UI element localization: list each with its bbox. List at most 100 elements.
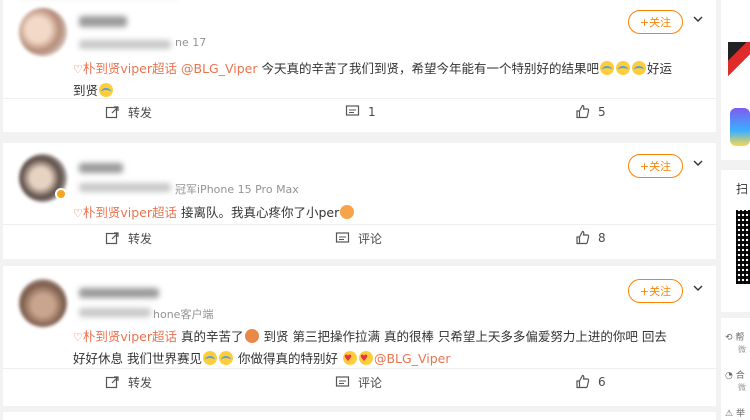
post-meta: ne 17 — [175, 36, 207, 49]
hug-emoji-icon — [202, 351, 217, 365]
post-meta: hone客户端 — [153, 308, 214, 321]
sidebar-link-label: 帮 — [735, 333, 745, 343]
cry-emoji-icon — [600, 61, 614, 75]
avatar[interactable] — [19, 8, 67, 56]
repost-label: 转发 — [128, 232, 153, 246]
sad-emoji-icon — [340, 205, 355, 219]
post-text: ♡朴到贤viper超话 接离队。我真心疼你了小per — [73, 202, 703, 224]
like-count: 8 — [598, 230, 606, 245]
sad-emoji-icon — [244, 329, 259, 343]
comment-icon — [335, 232, 350, 243]
mention-link[interactable]: @BLG_Viper — [374, 351, 451, 366]
diamond-icon: ♡ — [73, 207, 83, 220]
diamond-icon: ♡ — [73, 63, 83, 76]
sidebar-card: 扫 — [721, 170, 750, 312]
hug-emoji-icon — [218, 351, 233, 365]
sidebar-link[interactable]: ◔ 合 — [725, 368, 745, 381]
post-body: 好好休息 我们世界赛见 — [73, 351, 202, 366]
avatar[interactable] — [19, 279, 67, 327]
sidebar-link-label: 举 — [735, 409, 745, 419]
timestamp-blur — [79, 183, 171, 192]
feed-card: hone客户端 +关注 ♡朴到贤viper超话 真的辛苦了 到贤 第三把操作拉满… — [3, 266, 716, 406]
topic-link[interactable]: 朴到贤viper超话 — [83, 205, 177, 220]
repost-icon — [105, 232, 119, 245]
follow-button[interactable]: +关注 — [628, 279, 683, 303]
like-button[interactable]: 6 — [575, 374, 606, 389]
scan-label: 扫 — [736, 182, 749, 196]
cry-emoji-icon — [616, 61, 630, 75]
like-icon — [576, 230, 590, 245]
action-bar: 转发 1 5 — [3, 98, 716, 126]
repost-label: 转发 — [128, 376, 153, 390]
like-icon — [576, 104, 590, 119]
action-bar: 转发 评论 8 — [3, 224, 716, 252]
sidebar-link[interactable]: ⚠ 举 — [725, 406, 745, 419]
feed-card: ne 17 +关注 ♡朴到贤viper超话 @BLG_Viper 今天真的辛苦了… — [3, 0, 716, 132]
sidebar-link[interactable]: ⟲ 帮 — [725, 330, 744, 343]
timestamp-blur — [79, 40, 171, 49]
username-blur[interactable] — [79, 163, 123, 173]
like-button[interactable]: 8 — [575, 230, 606, 245]
divider — [3, 224, 716, 225]
chevron-down-icon[interactable] — [692, 13, 704, 25]
verified-badge — [55, 188, 67, 200]
sidebar-link-sub: 微 — [738, 383, 746, 392]
comment-button[interactable]: 评论 — [335, 230, 382, 247]
comment-icon — [345, 105, 360, 116]
repost-label: 转发 — [128, 106, 153, 120]
diamond-icon: ♡ — [73, 331, 83, 344]
username-blur[interactable] — [79, 288, 159, 298]
feed-card: 冠军iPhone 15 Pro Max +关注 ♡朴到贤viper超话 接离队。… — [3, 143, 716, 259]
feed-card — [3, 412, 716, 420]
post-text: ♡朴到贤viper超话 真的辛苦了 到贤 第三把操作拉满 真的很棒 只希望上天多… — [73, 326, 703, 370]
divider — [3, 98, 716, 99]
post-meta: 冠军iPhone 15 Pro Max — [175, 183, 299, 196]
sidebar-link-label: 合 — [735, 371, 745, 381]
like-icon — [576, 374, 590, 389]
sidebar-links: ⟲ 帮 微 ◔ 合 微 ⚠ 举 — [721, 318, 750, 420]
repost-button[interactable]: 转发 — [105, 230, 152, 247]
mention-link[interactable]: @BLG_Viper — [181, 61, 258, 76]
right-sidebar: 扫 ⟲ 帮 微 ◔ 合 微 ⚠ 举 — [721, 0, 750, 420]
repost-icon — [105, 376, 119, 389]
post-text: ♡朴到贤viper超话 @BLG_Viper 今天真的辛苦了我们到贤，希望今年能… — [73, 58, 703, 101]
divider — [3, 368, 716, 369]
post-body: 今天真的辛苦了我们到贤，希望今年能有一个特别好的结果吧 — [261, 61, 599, 76]
love-emoji-icon — [358, 349, 373, 370]
like-button[interactable]: 5 — [575, 104, 606, 119]
topic-link[interactable]: 朴到贤viper超话 — [83, 61, 177, 76]
action-bar: 转发 评论 6 — [3, 368, 716, 396]
comment-count: 1 — [368, 104, 376, 119]
promo-image[interactable] — [728, 42, 750, 82]
repost-button[interactable]: 转发 — [105, 104, 152, 121]
post-body: 到贤 第三把操作拉满 真的很棒 只希望上天多多偏爱努力上进的你吧 回去 — [263, 329, 667, 344]
post-body: 好运 — [647, 61, 673, 76]
cry-emoji-icon — [99, 83, 114, 97]
feed: ne 17 +关注 ♡朴到贤viper超话 @BLG_Viper 今天真的辛苦了… — [0, 0, 718, 420]
sidebar-link-sub: 微 — [738, 345, 746, 354]
love-emoji-icon — [342, 349, 357, 370]
cry-emoji-icon — [632, 61, 646, 75]
comment-button[interactable]: 1 — [345, 104, 376, 119]
post-body: 你做得真的特别好 — [237, 351, 338, 366]
chevron-down-icon[interactable] — [692, 157, 704, 169]
repost-button[interactable]: 转发 — [105, 374, 152, 391]
comment-icon — [335, 376, 350, 387]
post-body: 接离队。我真心疼你了小per — [181, 205, 340, 220]
like-count: 5 — [598, 104, 606, 119]
repost-icon — [105, 106, 119, 119]
comment-button[interactable]: 评论 — [335, 374, 382, 391]
chevron-down-icon[interactable] — [692, 282, 704, 294]
timestamp-blur — [79, 308, 151, 317]
app-icon[interactable] — [730, 108, 750, 146]
sidebar-card — [721, 0, 750, 160]
follow-button[interactable]: +关注 — [628, 10, 683, 34]
post-body: 到贤 — [73, 83, 99, 98]
comment-label: 评论 — [358, 232, 383, 246]
topic-link[interactable]: 朴到贤viper超话 — [83, 329, 177, 344]
like-count: 6 — [598, 374, 606, 389]
username-blur[interactable] — [79, 16, 127, 27]
follow-button[interactable]: +关注 — [628, 154, 683, 178]
qr-code — [736, 210, 750, 284]
comment-label: 评论 — [358, 376, 383, 390]
